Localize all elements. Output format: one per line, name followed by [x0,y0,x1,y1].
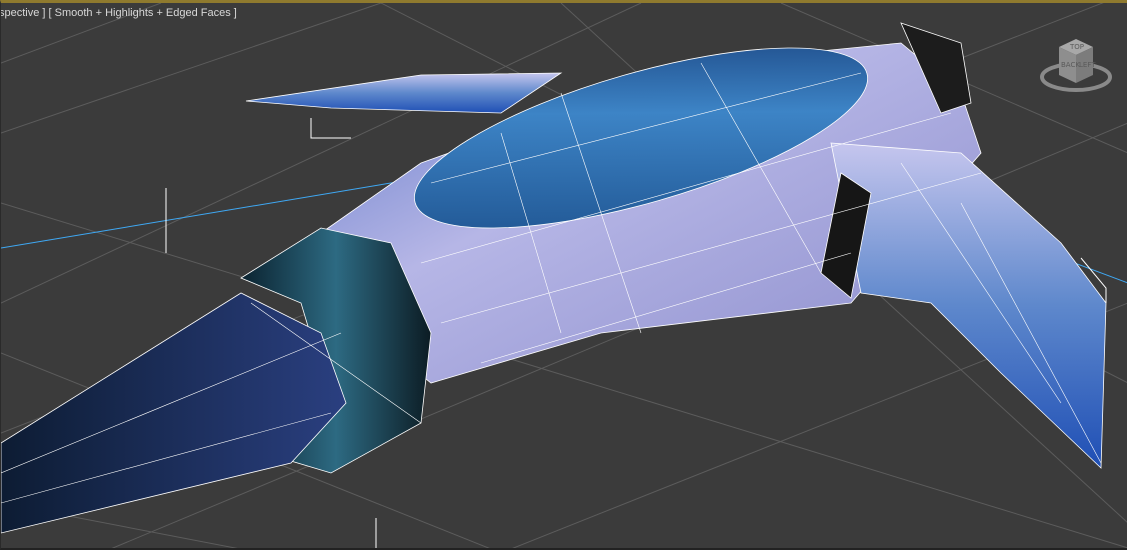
viewcube[interactable]: TOP BACK LEFT [1037,33,1115,95]
viewcube-left-label: LEFT [1079,61,1096,69]
viewcube-back-label: BACK [1061,61,1080,69]
left-wing [245,72,563,114]
viewcube-top-label: TOP [1069,43,1084,51]
viewport-label-menu[interactable]: spective ] [ Smooth + Highlights + Edged… [1,7,237,19]
perspective-viewport[interactable]: spective ] [ Smooth + Highlights + Edged… [0,0,1127,550]
viewport-scene[interactable] [1,3,1127,550]
spaceship-model[interactable] [1,11,1107,534]
nose-cone [1,292,347,534]
right-wing [830,142,1107,469]
